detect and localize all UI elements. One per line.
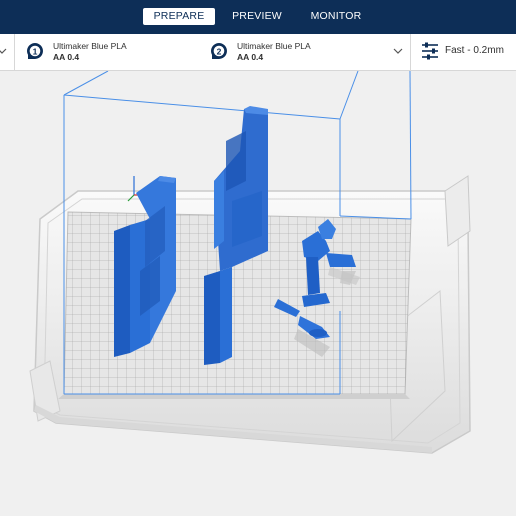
extruder-1-core: AA 0.4: [53, 52, 80, 62]
extruder-2-selector[interactable]: 2 Ultimaker Blue PLA AA 0.4: [210, 34, 400, 70]
extruder-2-icon: 2: [210, 43, 227, 59]
extruder-1-material: Ultimaker Blue PLA: [53, 41, 127, 51]
extruder-2-core: AA 0.4: [237, 52, 264, 62]
extruder-1-selector[interactable]: 1 Ultimaker Blue PLA AA 0.4: [26, 34, 201, 70]
tab-preview[interactable]: PREVIEW: [226, 8, 288, 25]
extruder-1-icon: 1: [26, 43, 43, 59]
extruder-2-material: Ultimaker Blue PLA: [237, 41, 311, 51]
chevron-down-icon[interactable]: [0, 47, 7, 55]
print-profile-label: Fast - 0.2mm: [445, 45, 504, 56]
tab-monitor[interactable]: MONITOR: [302, 8, 370, 25]
stage-menu-bar: PREPARE PREVIEW MONITOR: [0, 0, 516, 34]
svg-text:2: 2: [217, 46, 222, 56]
svg-text:1: 1: [33, 46, 38, 56]
tab-prepare[interactable]: PREPARE: [143, 8, 215, 25]
print-settings-button[interactable]: Fast - 0.2mm: [411, 34, 516, 70]
print-setup-bar: 1 Ultimaker Blue PLA AA 0.4 2 Ultimaker …: [0, 34, 516, 71]
3d-viewport[interactable]: [0, 71, 516, 516]
build-plate-scene[interactable]: [0, 71, 516, 516]
sliders-icon: [422, 42, 438, 60]
chevron-down-icon[interactable]: [393, 47, 403, 55]
